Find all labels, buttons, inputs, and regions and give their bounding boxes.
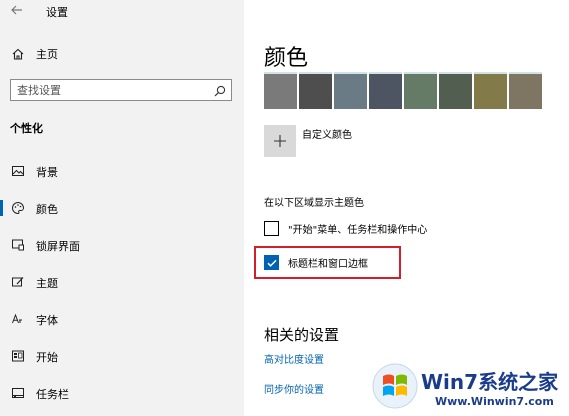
main-content: 颜色 自定义颜色 在以下区域显示主题色 "开始"菜单、任务栏和操作中心 标题栏和… (244, 0, 569, 416)
sidebar-item-colors[interactable]: 颜色 (0, 193, 244, 223)
selected-indicator (0, 200, 3, 216)
font-icon (10, 311, 26, 327)
watermark-url: Www.Winwin7.com (435, 395, 554, 408)
search-icon[interactable] (213, 83, 227, 97)
sidebar-item-label: 任务栏 (36, 388, 69, 401)
high-contrast-link[interactable]: 高对比度设置 (264, 351, 324, 366)
accent-region-label: 在以下区域显示主题色 (264, 198, 364, 209)
color-swatch[interactable] (474, 72, 507, 109)
sidebar-item-label: 主题 (36, 277, 58, 290)
color-swatch[interactable] (439, 72, 472, 109)
back-button[interactable] (8, 3, 26, 21)
back-arrow-icon (11, 5, 22, 15)
related-settings-title: 相关的设置 (264, 326, 340, 344)
section-title: 个性化 (10, 122, 43, 135)
checkbox-label: "开始"菜单、任务栏和操作中心 (288, 225, 428, 236)
highlight-annotation-box (254, 246, 401, 279)
search-box[interactable] (10, 79, 232, 101)
sidebar-item-fonts[interactable]: 字体 (0, 304, 244, 334)
color-swatch[interactable] (369, 72, 402, 109)
start-icon (10, 348, 26, 364)
color-swatch[interactable] (264, 72, 297, 109)
checkbox-start-taskbar[interactable]: "开始"菜单、任务栏和操作中心 (264, 221, 427, 236)
watermark: Win7系统之家 Www.Winwin7.com (371, 362, 567, 414)
watermark-title: Win7系统之家 (421, 370, 559, 394)
image-icon (10, 163, 26, 179)
sidebar-item-taskbar[interactable]: 任务栏 (0, 378, 244, 408)
windows-logo-icon (372, 363, 418, 409)
theme-icon (10, 274, 26, 290)
home-icon (10, 46, 26, 62)
sync-settings-link[interactable]: 同步你的设置 (264, 381, 324, 396)
custom-color-label[interactable]: 自定义颜色 (302, 126, 352, 141)
custom-color-button[interactable] (264, 125, 296, 157)
sidebar-item-themes[interactable]: 主题 (0, 267, 244, 297)
sidebar-item-label: 背景 (36, 166, 58, 179)
plus-icon (274, 135, 286, 147)
sidebar-item-label: 颜色 (36, 203, 58, 216)
color-swatch[interactable] (404, 72, 437, 109)
sidebar-item-lock-screen[interactable]: 锁屏界面 (0, 230, 244, 260)
sidebar-item-start[interactable]: 开始 (0, 341, 244, 371)
sidebar: 设置 主页 个性化 背景 (0, 0, 244, 416)
search-input[interactable] (11, 80, 207, 100)
taskbar-icon (10, 385, 26, 401)
color-swatch[interactable] (299, 72, 332, 109)
palette-icon (10, 200, 26, 216)
color-swatch[interactable] (334, 72, 367, 109)
app-title: 设置 (46, 6, 68, 19)
home-label: 主页 (36, 48, 58, 61)
sidebar-item-label: 锁屏界面 (36, 240, 80, 253)
page-title: 颜色 (264, 46, 309, 71)
sidebar-item-background[interactable]: 背景 (0, 156, 244, 186)
sidebar-item-label: 开始 (36, 351, 58, 364)
color-swatches (264, 72, 544, 109)
title-bar: 设置 (0, 0, 244, 24)
home-nav-item[interactable]: 主页 (10, 44, 58, 64)
lock-screen-icon (10, 237, 26, 253)
sidebar-item-label: 字体 (36, 314, 58, 327)
color-swatch[interactable] (509, 72, 542, 109)
checkbox[interactable] (264, 221, 279, 236)
